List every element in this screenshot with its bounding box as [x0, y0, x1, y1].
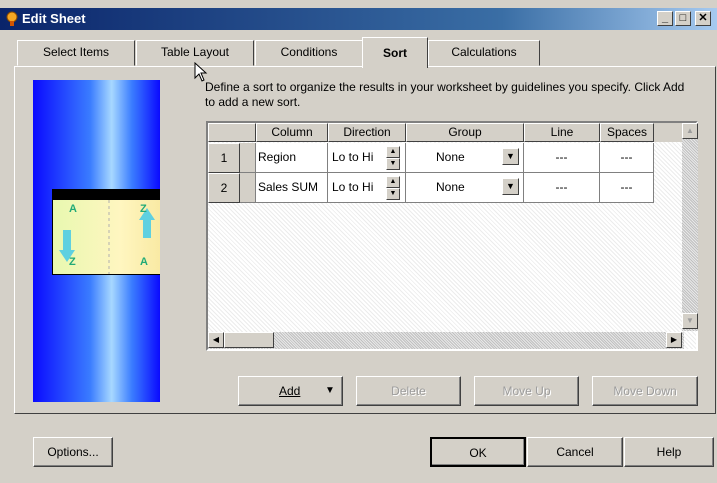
- scroll-up-icon[interactable]: ▲: [682, 123, 698, 139]
- header-direction[interactable]: Direction: [328, 123, 406, 142]
- tab-sort[interactable]: Sort: [362, 37, 428, 68]
- row-number[interactable]: 1: [208, 143, 240, 173]
- add-button-label: Add: [279, 384, 301, 398]
- spin-down-button[interactable]: ▼: [386, 158, 400, 170]
- cancel-button[interactable]: Cancel: [527, 437, 623, 467]
- row-grip[interactable]: [240, 173, 256, 203]
- chevron-down-icon[interactable]: ▼: [502, 178, 519, 195]
- lightbulb-icon: [6, 11, 18, 26]
- help-button[interactable]: Help: [624, 437, 714, 467]
- minimize-button[interactable]: _: [657, 11, 673, 26]
- header-column[interactable]: Column: [256, 123, 328, 142]
- tab-conditions[interactable]: Conditions: [255, 40, 363, 66]
- direction-value: Lo to Hi: [332, 180, 374, 194]
- move-down-button[interactable]: Move Down: [592, 376, 698, 406]
- scroll-right-icon[interactable]: ▶: [666, 332, 682, 348]
- vertical-scrollbar[interactable]: ▲ ▼: [682, 123, 698, 331]
- title-bar[interactable]: Edit Sheet _ □ ✕: [0, 8, 717, 30]
- spin-up-button[interactable]: ▲: [386, 176, 400, 188]
- chevron-down-icon[interactable]: ▼: [325, 377, 335, 405]
- scroll-left-icon[interactable]: ◀: [208, 332, 224, 348]
- header-group[interactable]: Group: [406, 123, 524, 142]
- close-button[interactable]: ✕: [695, 11, 711, 26]
- spin-down-button[interactable]: ▼: [386, 188, 400, 200]
- group-value: None: [436, 150, 465, 164]
- edit-sheet-dialog: Edit Sheet _ □ ✕ Select Items Table Layo…: [0, 0, 717, 483]
- group-value: None: [436, 180, 465, 194]
- sort-table-graphic: [52, 189, 160, 275]
- mouse-cursor-icon: [194, 62, 208, 82]
- spaces-cell[interactable]: ---: [600, 143, 654, 173]
- add-button[interactable]: Add ▼: [238, 376, 343, 406]
- header-line[interactable]: Line: [524, 123, 600, 142]
- ok-button[interactable]: OK: [430, 437, 526, 467]
- direction-value: Lo to Hi: [332, 150, 374, 164]
- row-grip[interactable]: [240, 143, 256, 173]
- column-cell[interactable]: Sales SUM: [256, 173, 328, 203]
- tab-calculations[interactable]: Calculations: [428, 40, 540, 66]
- sort-letter-z-top: Z: [140, 203, 147, 215]
- horizontal-scrollbar[interactable]: ◀ ▶: [208, 332, 684, 349]
- table-row[interactable]: 2 Sales SUM Lo to Hi ▲ ▼ None ▼ --- ---: [208, 173, 654, 203]
- sort-illustration: A Z Z A: [33, 80, 160, 402]
- line-cell[interactable]: ---: [524, 143, 600, 173]
- options-button[interactable]: Options...: [33, 437, 113, 467]
- chevron-down-icon[interactable]: ▼: [502, 148, 519, 165]
- scroll-down-icon[interactable]: ▼: [682, 313, 698, 329]
- header-spaces[interactable]: Spaces: [600, 123, 654, 142]
- instructions-text: Define a sort to organize the results in…: [205, 80, 685, 109]
- horizontal-scroll-thumb[interactable]: [224, 332, 274, 348]
- move-up-button[interactable]: Move Up: [474, 376, 579, 406]
- row-number[interactable]: 2: [208, 173, 240, 203]
- tab-select-items[interactable]: Select Items: [17, 40, 135, 66]
- sort-letter-a-top: A: [69, 203, 77, 215]
- spaces-cell[interactable]: ---: [600, 173, 654, 203]
- grid-header: Column Direction Group Line Spaces: [208, 123, 684, 142]
- sort-grid[interactable]: Column Direction Group Line Spaces 1 Reg…: [206, 121, 698, 351]
- line-cell[interactable]: ---: [524, 173, 600, 203]
- sort-letter-z-bottom: Z: [69, 256, 76, 268]
- delete-button[interactable]: Delete: [356, 376, 461, 406]
- spin-up-button[interactable]: ▲: [386, 146, 400, 158]
- maximize-button[interactable]: □: [675, 11, 691, 26]
- table-row[interactable]: 1 Region Lo to Hi ▲ ▼ None ▼ --- ---: [208, 143, 654, 173]
- column-cell[interactable]: Region: [256, 143, 328, 173]
- header-corner: [208, 123, 256, 142]
- sort-letter-a-bottom: A: [140, 256, 148, 268]
- window-title: Edit Sheet: [22, 11, 86, 26]
